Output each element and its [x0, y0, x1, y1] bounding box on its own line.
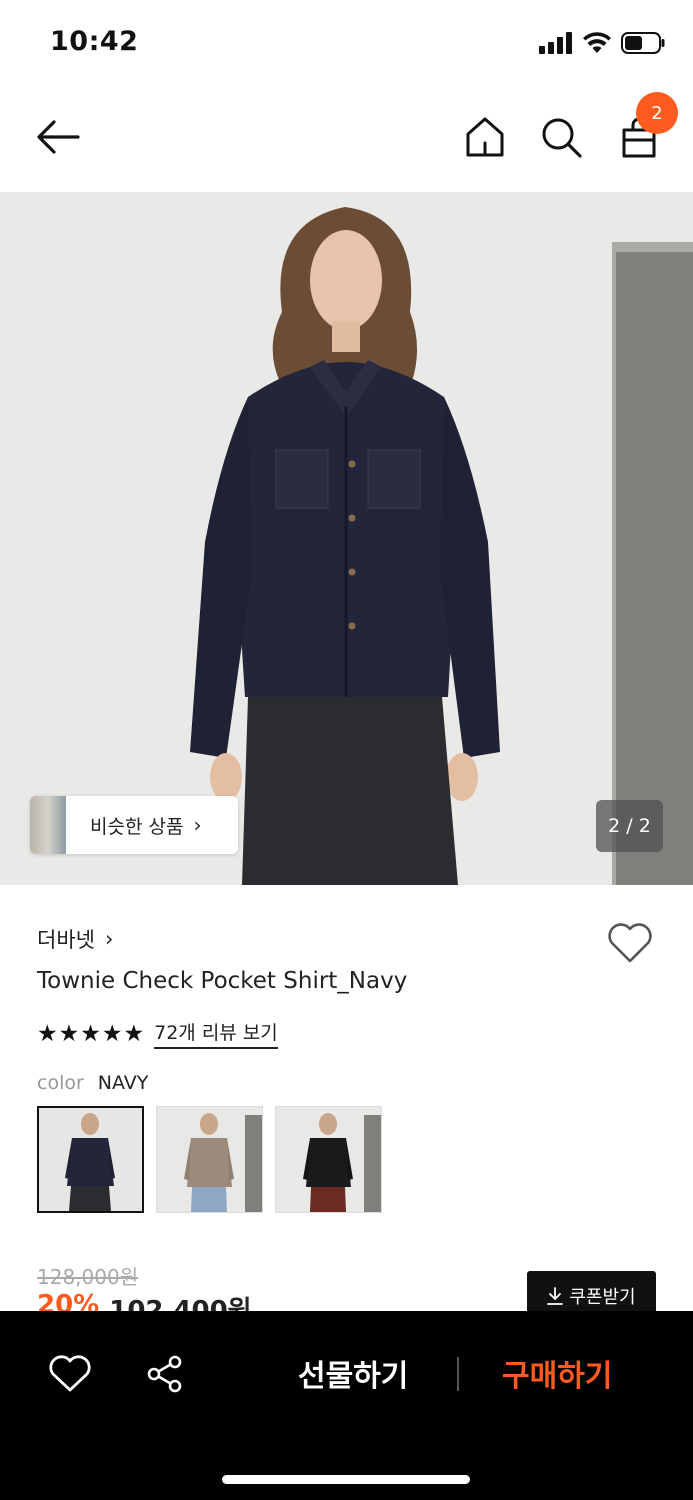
similar-products-thumbnail	[30, 796, 66, 854]
buy-button[interactable]: 구매하기	[502, 1351, 612, 1395]
home-icon[interactable]	[462, 114, 508, 160]
bottom-bar-divider	[457, 1357, 459, 1391]
download-icon	[547, 1287, 564, 1305]
cart-count-badge: 2	[636, 92, 678, 134]
bottom-action-bar: 선물하기 구매하기	[0, 1311, 693, 1500]
star-icon: ★	[101, 1020, 123, 1047]
star-icon: ★	[123, 1020, 145, 1047]
similar-products-label: 비슷한 상품	[90, 815, 184, 838]
status-bar: 10:42	[0, 0, 693, 86]
search-icon[interactable]	[538, 114, 584, 160]
swatch-beige[interactable]	[156, 1106, 263, 1213]
star-rating: ★ ★ ★ ★ ★	[37, 1021, 144, 1047]
signal-icon	[539, 32, 572, 54]
image-counter: 2 / 2	[596, 800, 663, 852]
product-name: Townie Check Pocket Shirt_Navy	[37, 968, 408, 994]
status-icons	[539, 30, 665, 56]
swatch-navy-photo	[39, 1108, 142, 1211]
coupon-label: 쿠폰받기	[569, 1287, 636, 1308]
swatch-beige-photo	[157, 1107, 262, 1212]
gift-button[interactable]: 선물하기	[298, 1351, 408, 1395]
back-arrow-icon[interactable]	[34, 114, 84, 160]
star-icon: ★	[58, 1020, 80, 1047]
swatch-black[interactable]	[275, 1106, 382, 1213]
brand-name: 더바넷	[37, 928, 95, 952]
swatch-navy[interactable]	[37, 1106, 144, 1213]
review-link[interactable]: 72개 리뷰 보기	[154, 1018, 278, 1049]
color-swatches	[37, 1106, 382, 1213]
product-photo	[0, 192, 693, 885]
home-indicator	[222, 1475, 470, 1484]
rating: ★ ★ ★ ★ ★ 72개 리뷰 보기	[37, 1018, 278, 1049]
swatch-black-photo	[276, 1107, 381, 1212]
star-icon: ★	[80, 1020, 101, 1047]
similar-products-button[interactable]: 비슷한 상품 ›	[30, 796, 238, 854]
color-row: color NAVY	[37, 1072, 148, 1094]
heart-icon[interactable]	[606, 920, 654, 966]
color-label: color	[37, 1072, 84, 1094]
chevron-right-icon: ›	[193, 813, 202, 837]
star-icon: ★	[37, 1020, 58, 1047]
product-image[interactable]	[0, 192, 693, 885]
chevron-right-icon: ›	[104, 927, 114, 951]
heart-icon[interactable]	[48, 1353, 92, 1395]
wifi-icon	[583, 32, 611, 53]
brand-link[interactable]: 더바넷 ›	[37, 924, 113, 954]
status-time: 10:42	[50, 26, 139, 57]
color-value: NAVY	[97, 1072, 149, 1094]
nav-bar	[0, 86, 693, 192]
battery-icon	[621, 32, 665, 54]
original-price: 128,000원	[37, 1265, 139, 1289]
share-icon[interactable]	[146, 1355, 184, 1393]
